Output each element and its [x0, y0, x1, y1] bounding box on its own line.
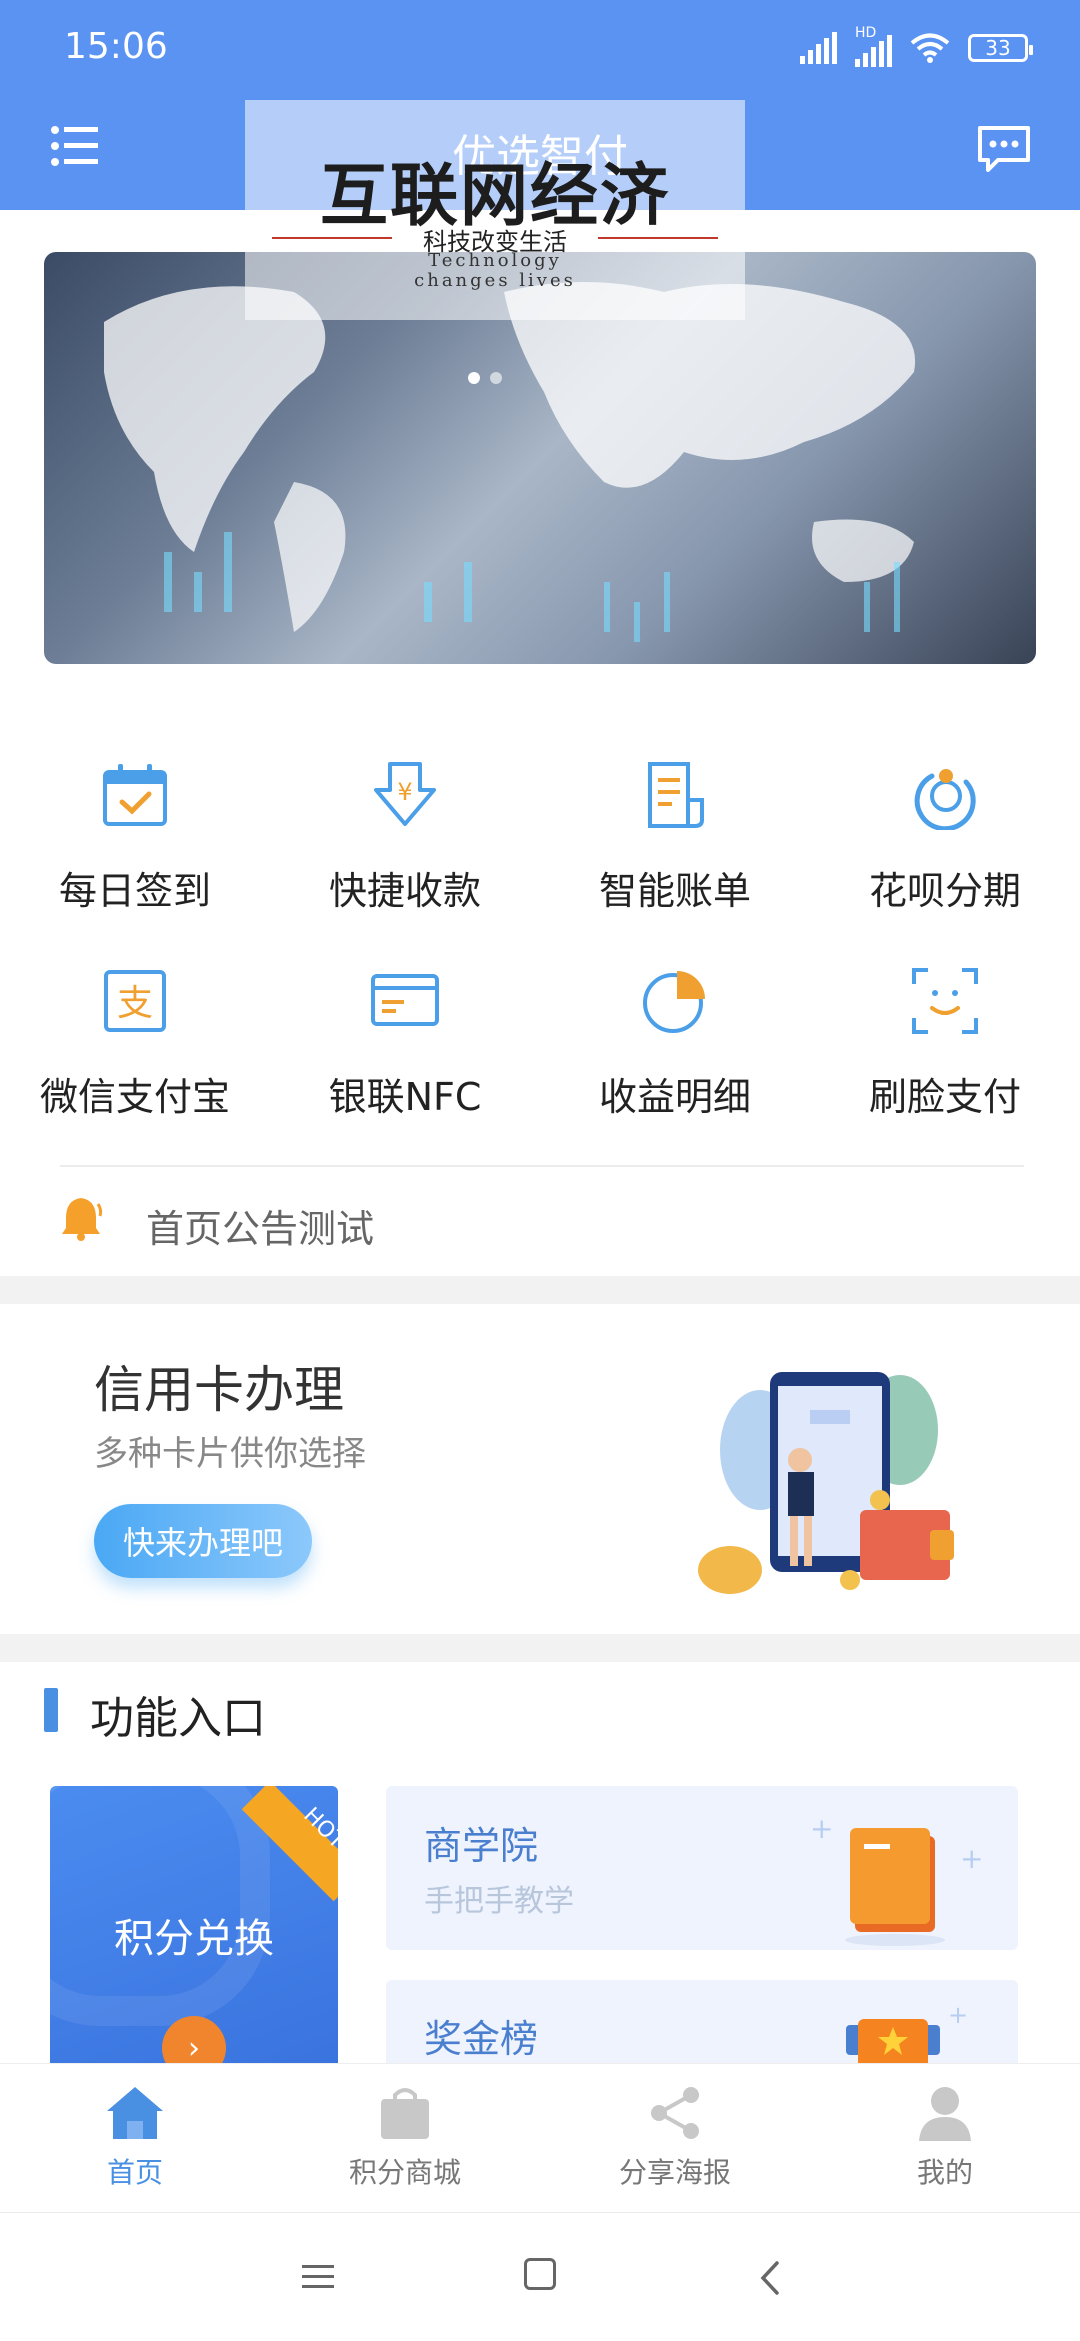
alipay-icon: 支 [104, 970, 166, 1032]
section-title: 功能入口 [90, 1693, 266, 1744]
yuan-download-icon: ¥ [374, 762, 436, 826]
shopping-bag-icon [381, 2088, 429, 2139]
tab-label: 首页 [106, 2156, 163, 2189]
section-gap [0, 1276, 1080, 1304]
status-icons: HD 33 [800, 25, 1033, 68]
grid-item-label: 花呗分期 [868, 869, 1021, 913]
grid-item-label: 刷脸支付 [868, 1075, 1021, 1119]
grid-item-earnings-detail[interactable]: 收益明细 [540, 966, 810, 1136]
cellular-signal-icon [800, 32, 837, 64]
status-time: 15:06 [64, 26, 168, 67]
tab-mine[interactable]: 我的 [810, 2063, 1080, 2211]
grid-item-label: 智能账单 [598, 869, 751, 913]
svg-text:支: 支 [117, 983, 153, 1024]
bank-card-icon [371, 974, 439, 1026]
grid-item-huabei-installment[interactable]: 花呗分期 [810, 760, 1080, 930]
section-gap [0, 1634, 1080, 1662]
svg-text:+: + [948, 2001, 968, 2029]
banner-english-line1: Technology [428, 250, 562, 271]
share-icon [651, 2087, 699, 2139]
bill-icon [648, 762, 704, 828]
home-icon [107, 2087, 163, 2139]
home-button-icon[interactable] [524, 2258, 556, 2290]
points-exchange-card[interactable]: HOT 积分兑换 › [50, 1786, 338, 2066]
pie-chart-icon [643, 971, 705, 1033]
apply-now-button[interactable]: 快来办理吧 [94, 1504, 312, 1578]
grid-item-label: 快捷收款 [328, 869, 481, 913]
battery-level: 33 [985, 36, 1011, 60]
bonus-ranking-title: 奖金榜 [424, 2017, 539, 2061]
back-icon[interactable] [755, 2260, 785, 2296]
huabei-icon [914, 769, 976, 830]
message-icon[interactable] [976, 124, 1032, 174]
grid-item-label: 银联NFC [328, 1075, 482, 1119]
book-icon: + + [810, 1812, 983, 1946]
business-school-title: 商学院 [424, 1824, 539, 1868]
svg-text:+: + [960, 1842, 983, 1875]
face-scan-icon [912, 968, 978, 1034]
grid-item-unionpay-nfc[interactable]: 银联NFC [270, 966, 540, 1136]
banner-pagination [468, 372, 502, 384]
tab-label: 我的 [916, 2156, 973, 2189]
svg-text:¥: ¥ [397, 778, 412, 806]
grid-item-face-pay[interactable]: 刷脸支付 [810, 966, 1080, 1136]
points-exchange-label: 积分兑换 [114, 1916, 274, 1962]
grid-item-smart-bill[interactable]: 智能账单 [540, 760, 810, 930]
chevron-right-icon: › [162, 2016, 226, 2066]
hd-label: HD [855, 25, 877, 41]
business-school-subtitle: 手把手教学 [424, 1884, 574, 1919]
credit-card-title: 信用卡办理 [94, 1361, 344, 1419]
calendar-check-icon [103, 764, 167, 826]
grid-item-label: 收益明细 [598, 1075, 751, 1119]
recent-apps-icon[interactable] [300, 2262, 336, 2292]
wifi-icon [910, 33, 950, 63]
banner-english-line2: changes lives [414, 270, 576, 291]
user-icon [919, 2087, 971, 2141]
phone-wallet-illustration [698, 1372, 954, 1594]
tab-home[interactable]: 首页 [0, 2063, 270, 2211]
tab-label: 分享海报 [618, 2156, 731, 2189]
tab-share-poster[interactable]: 分享海报 [540, 2063, 810, 2211]
credit-card-subtitle: 多种卡片供你选择 [94, 1434, 366, 1474]
grid-item-label: 微信支付宝 [39, 1075, 230, 1119]
divider [60, 1165, 1024, 1167]
section-marker [44, 1688, 58, 1732]
battery-icon: 33 [968, 34, 1033, 62]
grid-item-quick-collect[interactable]: ¥ 快捷收款 [270, 760, 540, 930]
tab-points-mall[interactable]: 积分商城 [270, 2063, 540, 2211]
grid-item-daily-checkin[interactable]: 每日签到 [0, 760, 270, 930]
grid-item-label: 每日签到 [58, 869, 211, 913]
svg-text:+: + [810, 1812, 833, 1845]
notice-text[interactable]: 首页公告测试 [146, 1198, 374, 1253]
grid-item-wechat-alipay[interactable]: 支 微信支付宝 [0, 966, 270, 1136]
bell-icon [62, 1198, 103, 1241]
cellular-hd-signal-icon: HD [855, 25, 892, 67]
tab-label: 积分商城 [348, 2156, 461, 2189]
